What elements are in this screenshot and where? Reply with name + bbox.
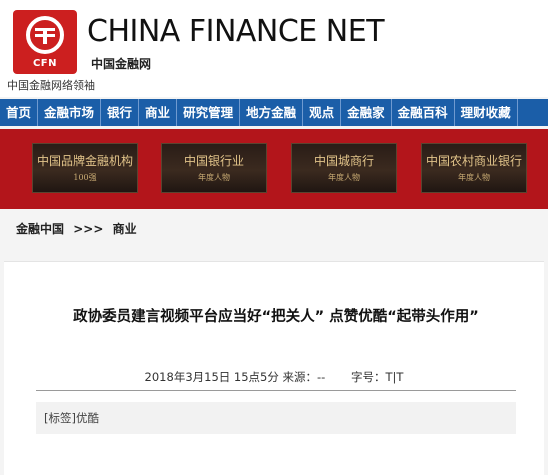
nav-item-business[interactable]: 商业: [139, 99, 178, 126]
banner-tile-title: 中国农村商业银行: [425, 154, 522, 168]
nav-item-wealth[interactable]: 理财收藏: [455, 99, 518, 126]
banner-tile-subtitle: 年度人物: [328, 173, 360, 182]
nav-item-home[interactable]: 首页: [0, 99, 39, 126]
divider: [36, 390, 516, 391]
banner-tile-brand-institutions[interactable]: 中国品牌金融机构 100强: [32, 143, 138, 193]
article-date: 2018年3月15日 15点5分: [144, 370, 279, 384]
brand-name-english[interactable]: CHINA FINANCE NET: [87, 14, 385, 49]
breadcrumb-home[interactable]: 金融中国: [16, 222, 64, 236]
banner-tile-banking[interactable]: 中国银行业 年度人物: [161, 143, 267, 193]
article-title: 政协委员建言视频平台应当好“把关人” 点赞优酷“起带头作用”: [73, 309, 479, 325]
main-nav: 首页 金融市场 银行 商业 研究管理 地方金融 观点 金融家 金融百科 理财收藏: [0, 99, 548, 126]
breadcrumb: 金融中国 >>> 商业: [16, 220, 142, 237]
nav-item-bank[interactable]: 银行: [101, 99, 140, 126]
banner-tile-subtitle: 年度人物: [198, 173, 230, 182]
article-tags[interactable]: [标签]优酷: [36, 402, 516, 434]
nav-item-research[interactable]: 研究管理: [177, 99, 241, 126]
banner-tile-subtitle: 年度人物: [458, 173, 490, 182]
site-header: CFN CHINA FINANCE NET 中国金融网 中国金融网络领袖: [0, 0, 548, 97]
nav-item-local-finance[interactable]: 地方金融: [240, 99, 304, 126]
nav-item-financier[interactable]: 金融家: [341, 99, 392, 126]
nav-item-encyclopedia[interactable]: 金融百科: [392, 99, 455, 126]
article-card: 政协委员建言视频平台应当好“把关人” 点赞优酷“起带头作用” 2018年3月15…: [4, 261, 544, 475]
font-size-toggle[interactable]: 字号：T|T: [351, 370, 403, 384]
banner-tile-subtitle: 100强: [73, 173, 97, 182]
logo-text: CFN: [32, 58, 58, 69]
nav-item-finance-market[interactable]: 金融市场: [38, 99, 102, 126]
nav-item-opinion[interactable]: 观点: [303, 99, 342, 126]
breadcrumb-separator: >>>: [73, 222, 104, 236]
article-source: 来源：--: [282, 370, 326, 384]
banner-tile-title: 中国银行业: [183, 154, 244, 168]
award-banner: 中国品牌金融机构 100强 中国银行业 年度人物 中国城商行 年度人物 中国农村…: [0, 129, 548, 209]
article-meta: 2018年3月15日 15点5分 来源：-- 字号：T|T: [4, 369, 544, 385]
breadcrumb-current[interactable]: 商业: [113, 222, 137, 236]
banner-tile-title: 中国品牌金融机构: [36, 154, 133, 168]
banner-tile-city-commercial[interactable]: 中国城商行 年度人物: [291, 143, 397, 193]
banner-tile-rural-commercial[interactable]: 中国农村商业银行 年度人物: [421, 143, 527, 193]
cfn-logo[interactable]: CFN: [13, 10, 77, 74]
banner-tile-title: 中国城商行: [313, 154, 374, 168]
brand-name-chinese: 中国金融网: [91, 57, 152, 71]
site-slogan: 中国金融网络领袖: [7, 79, 95, 92]
